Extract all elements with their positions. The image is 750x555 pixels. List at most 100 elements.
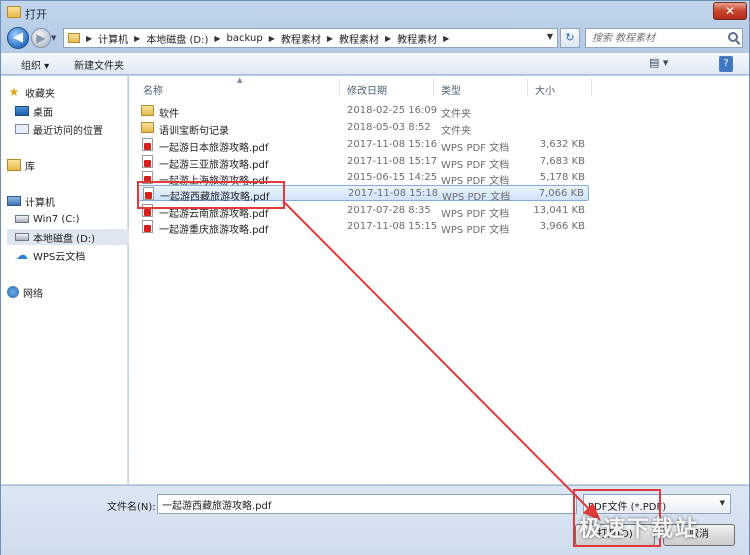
column-header-name[interactable]: 名称 [143,82,163,97]
file-name: 一起游三亚旅游攻略.pdf [159,160,269,171]
sidebar-item-libraries[interactable]: 库 [7,157,133,173]
pdf-file-icon [142,155,153,168]
library-icon [7,159,21,171]
drive-icon [15,215,29,223]
chevron-right-icon[interactable]: ▶ [385,34,391,43]
forward-button[interactable]: ▶ [31,28,51,48]
column-header-size[interactable]: 大小 [535,82,555,97]
column-divider[interactable] [433,78,434,96]
chevron-right-icon: ▶ [86,33,93,43]
chevron-right-icon[interactable]: ▶ [269,34,275,43]
file-row-pdf[interactable]: 一起游三亚旅游攻略.pdf 2017-11-08 15:17 WPS PDF 文… [137,154,589,171]
file-size: 3,632 KB [539,139,585,150]
search-input[interactable] [586,29,716,47]
filename-combobox[interactable] [157,494,577,514]
chevron-right-icon[interactable]: ▶ [327,34,333,43]
chevron-right-icon[interactable]: ▶ [134,34,140,43]
refresh-button[interactable]: ↻ [560,28,580,48]
cloud-icon: ☁ [16,248,28,262]
close-button[interactable]: ✕ [713,2,747,20]
search-box[interactable] [585,28,743,48]
file-type: WPS PDF 文档 [441,225,510,236]
column-header-type[interactable]: 类型 [441,82,461,97]
breadcrumb-item[interactable]: backup [227,33,263,44]
chevron-down-icon: ▼ [719,499,725,507]
breadcrumb-item[interactable]: 教程素材 [397,31,437,46]
new-folder-button[interactable]: 新建文件夹 [74,57,124,72]
file-type: WPS PDF 文档 [441,143,510,154]
breadcrumb-item[interactable]: 教程素材 [339,31,379,46]
breadcrumb-item[interactable]: 本地磁盘 (D:) [146,31,208,46]
file-type: 文件夹 [441,109,471,120]
file-name: 一起游重庆旅游攻略.pdf [159,225,269,236]
pdf-file-icon [142,220,153,233]
command-bar: 组织 ▾ 新建文件夹 ▤ ▾ ? [1,52,749,75]
folder-icon [141,122,154,133]
sort-ascending-icon: ▲ [237,76,243,84]
sidebar-item-label: 库 [25,161,35,173]
sidebar-item-label: 网络 [23,288,43,300]
file-size: 7,066 KB [538,188,584,199]
sidebar-item-label: 收藏夹 [25,88,55,100]
breadcrumb-item[interactable]: 教程素材 [281,31,321,46]
pdf-file-icon [142,138,153,151]
highlight-box-selected-file [137,181,285,209]
drive-icon [15,233,29,241]
sidebar-item-network[interactable]: 网络 [7,284,133,300]
sidebar-item-desktop[interactable]: 桌面 [15,103,141,119]
chevron-right-icon[interactable]: ▶ [443,34,449,43]
chevron-right-icon[interactable]: ▶ [214,34,220,43]
sidebar-item-wps-cloud[interactable]: ☁ WPS云文档 [15,247,141,263]
column-header-date[interactable]: 修改日期 [347,82,387,97]
column-divider[interactable] [339,78,340,96]
sidebar-item-favorites[interactable]: ★ 收藏夹 [7,84,133,100]
column-divider[interactable] [591,78,592,96]
sidebar-item-recent-places[interactable]: 最近访问的位置 [15,121,141,137]
window-title: 打开 [25,8,47,21]
file-date: 2017-11-08 15:15 [347,221,438,232]
file-date: 2015-06-15 14:25 [347,172,438,183]
sidebar-item-label: 桌面 [33,107,53,119]
file-size: 7,683 KB [539,156,585,167]
search-icon[interactable] [728,32,738,42]
recent-locations-dropdown[interactable]: ▼ [51,34,56,42]
address-dropdown[interactable]: ▼ [547,32,553,41]
sidebar-item-label: WPS云文档 [33,251,86,263]
filename-field[interactable] [158,495,558,513]
title-bar[interactable]: 打开 ✕ [1,1,749,25]
file-type: WPS PDF 文档 [441,209,510,220]
file-row-folder[interactable]: 软件 2018-02-25 16:09 文件夹 [137,103,589,120]
organize-button[interactable]: 组织 ▾ [21,57,49,72]
file-row-pdf[interactable]: 一起游日本旅游攻略.pdf 2017-11-08 15:16 WPS PDF 文… [137,137,589,154]
file-size: 13,041 KB [533,205,585,216]
sidebar-item-win7-c[interactable]: Win7 (C:) [15,211,141,227]
sidebar-item-local-disk-d[interactable]: 本地磁盘 (D:) [7,229,133,245]
folder-icon [141,105,154,116]
column-divider[interactable] [527,78,528,96]
sidebar-item-label: 计算机 [25,197,55,209]
desktop-icon [15,106,29,116]
filename-label: 文件名(N): [107,502,156,513]
sidebar-item-computer[interactable]: 计算机 [7,193,133,209]
address-bar[interactable]: ▶ 计算机 ▶ 本地磁盘 (D:) ▶ backup ▶ 教程素材 ▶ 教程素材… [63,28,558,48]
help-button[interactable]: ? [719,56,733,72]
file-list: 名称 ▲ 修改日期 类型 大小 软件 2018-02-25 16:09 文件夹 … [129,76,749,484]
view-options-button[interactable]: ▤ ▾ [649,56,668,72]
file-row-folder[interactable]: 语训宝断句记录 2018-05-03 8:52 文件夹 [137,120,589,137]
recent-places-icon [15,124,29,134]
open-file-dialog: 打开 ✕ ◀ ▶ ▼ ▶ 计算机 ▶ 本地磁盘 (D:) ▶ backup ▶ … [0,0,750,555]
file-row-pdf[interactable]: 一起游重庆旅游攻略.pdf 2017-11-08 15:15 WPS PDF 文… [137,219,589,236]
sidebar-item-label: Win7 (C:) [33,213,80,225]
file-date: 2017-11-08 15:16 [347,139,438,150]
file-date: 2017-07-28 8:35 [347,205,431,216]
folder-icon [7,6,21,18]
sidebar-item-label: 最近访问的位置 [33,125,103,137]
back-button[interactable]: ◀ [7,27,29,49]
navigation-bar: ◀ ▶ ▼ ▶ 计算机 ▶ 本地磁盘 (D:) ▶ backup ▶ 教程素材 … [1,25,749,51]
breadcrumb-item[interactable]: 计算机 [98,31,128,46]
file-date: 2017-11-08 15:17 [347,156,438,167]
file-date: 2018-05-03 8:52 [347,122,431,133]
file-type: WPS PDF 文档 [442,192,511,203]
file-size: 3,966 KB [539,221,585,232]
sidebar-item-label: 本地磁盘 (D:) [33,233,96,245]
